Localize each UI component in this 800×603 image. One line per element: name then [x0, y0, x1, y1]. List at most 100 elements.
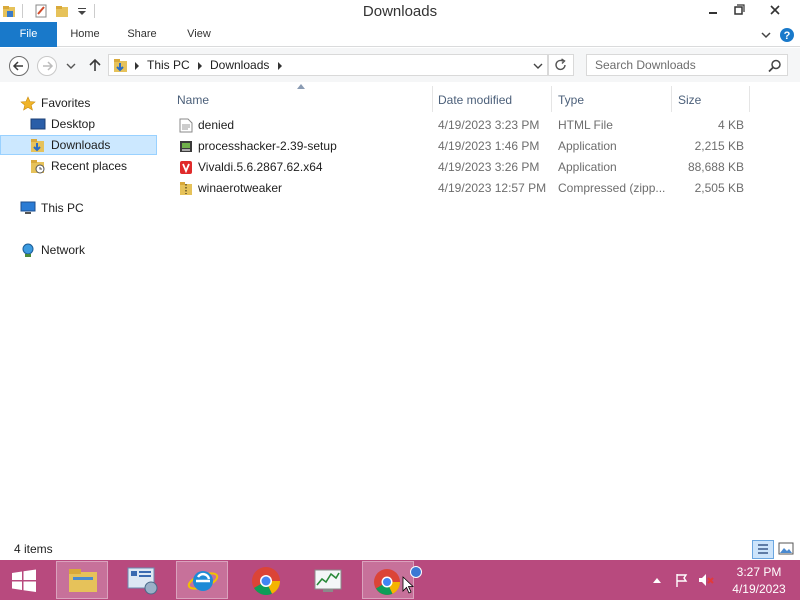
expand-ribbon-icon[interactable]	[760, 29, 772, 41]
breadcrumb-chevron-icon[interactable]	[197, 62, 203, 70]
file-date: 4/19/2023 3:26 PM	[438, 160, 540, 174]
app-icon	[180, 141, 192, 152]
file-size: 4 KB	[717, 118, 744, 132]
action-center-flag-icon[interactable]	[674, 572, 690, 588]
column-divider[interactable]	[749, 86, 750, 112]
close-icon	[770, 5, 780, 15]
zip-folder-icon	[180, 182, 192, 195]
column-divider[interactable]	[432, 86, 433, 112]
large-icons-view-button[interactable]	[776, 540, 796, 559]
file-name: Vivaldi.5.6.2867.62.x64	[198, 160, 323, 174]
volume-muted-icon[interactable]	[697, 572, 715, 588]
title-bar: Downloads	[0, 0, 800, 22]
downloads-folder-icon	[114, 59, 127, 72]
nav-this-pc-label: This PC	[41, 201, 84, 215]
table-row[interactable]: processhacker-2.39-setup 4/19/2023 1:46 …	[165, 136, 800, 157]
address-bar[interactable]: This PC Downloads	[108, 54, 548, 76]
up-arrow-icon[interactable]	[87, 57, 103, 73]
back-button[interactable]	[9, 56, 29, 76]
large-icons-view-icon	[778, 542, 794, 555]
taskbar-chrome-running[interactable]	[362, 561, 415, 599]
chrome-icon	[252, 567, 281, 595]
file-type: Application	[558, 139, 617, 153]
file-list: Name Date modified Type Size denied 4/19…	[165, 82, 800, 540]
details-view-button[interactable]	[752, 540, 774, 559]
breadcrumb-chevron-icon[interactable]	[277, 62, 283, 70]
file-date: 4/19/2023 3:23 PM	[438, 118, 540, 132]
search-input[interactable]: Search Downloads	[586, 54, 788, 76]
html-file-icon	[179, 118, 193, 133]
clock-date[interactable]: 4/19/2023	[724, 582, 794, 596]
file-explorer-icon	[69, 569, 97, 592]
minimize-button[interactable]	[700, 0, 726, 22]
table-row[interactable]: Vivaldi.5.6.2867.62.x64 4/19/2023 3:26 P…	[165, 157, 800, 178]
back-arrow-icon	[12, 61, 23, 71]
nav-network-label: Network	[41, 243, 86, 257]
breadcrumb-this-pc[interactable]: This PC	[147, 58, 190, 72]
file-name: processhacker-2.39-setup	[198, 139, 337, 153]
file-date: 4/19/2023 1:46 PM	[438, 139, 540, 153]
show-hidden-icons-icon[interactable]	[651, 576, 663, 584]
column-divider[interactable]	[551, 86, 552, 112]
search-placeholder: Search Downloads	[595, 58, 696, 72]
taskbar-file-explorer[interactable]	[56, 561, 108, 599]
refresh-button[interactable]	[548, 54, 574, 76]
recent-locations-icon[interactable]	[66, 62, 76, 70]
file-name: winaerotweaker	[198, 181, 283, 195]
item-count: 4 items	[14, 542, 53, 556]
vivaldi-icon	[180, 161, 192, 174]
column-header-name[interactable]: Name	[177, 90, 427, 110]
nav-item-downloads[interactable]: Downloads	[0, 135, 157, 155]
minimize-icon	[709, 12, 717, 14]
taskbar-internet-explorer[interactable]	[176, 561, 228, 599]
notification-badge-icon	[410, 566, 422, 578]
network-icon	[22, 243, 34, 257]
nav-item-label: Recent places	[51, 159, 128, 173]
details-view-icon	[758, 544, 768, 554]
table-row[interactable]: winaerotweaker 4/19/2023 12:57 PM Compre…	[165, 178, 800, 199]
forward-arrow-icon	[43, 61, 54, 71]
taskbar-performance-monitor[interactable]	[303, 561, 355, 599]
nav-favorites-label: Favorites	[41, 96, 91, 110]
start-button[interactable]	[0, 561, 48, 599]
tab-home[interactable]: Home	[57, 22, 113, 47]
search-icon[interactable]	[768, 59, 782, 73]
taskbar: 3:27 PM 4/19/2023	[0, 560, 800, 600]
navigation-pane: Favorites Desktop Downloads Recent place…	[0, 82, 165, 540]
sort-ascending-icon	[297, 84, 305, 89]
taskbar-chrome[interactable]	[240, 561, 292, 599]
help-icon[interactable]: ?	[779, 27, 795, 43]
address-dropdown-icon[interactable]	[533, 62, 543, 70]
status-bar: 4 items	[0, 540, 800, 560]
file-size: 88,688 KB	[687, 160, 744, 174]
maximize-button[interactable]	[726, 0, 752, 22]
breadcrumb-chevron-icon[interactable]	[134, 62, 140, 70]
tab-view[interactable]: View	[171, 22, 227, 47]
taskbar-server-manager[interactable]	[117, 561, 169, 599]
tab-file[interactable]: File	[0, 22, 57, 47]
clock-time[interactable]: 3:27 PM	[728, 565, 790, 579]
close-button[interactable]	[752, 0, 798, 22]
downloads-folder-icon	[31, 139, 44, 152]
windows-logo-icon	[12, 569, 36, 592]
address-row: This PC Downloads Search Downloads	[0, 48, 800, 82]
file-size: 2,215 KB	[694, 139, 744, 153]
forward-button[interactable]	[37, 56, 57, 76]
table-row[interactable]: denied 4/19/2023 3:23 PM HTML File 4 KB	[165, 115, 800, 136]
column-header-size[interactable]: Size	[678, 90, 748, 110]
tab-share[interactable]: Share	[113, 22, 171, 47]
performance-monitor-icon	[314, 569, 342, 592]
file-type: Application	[558, 160, 617, 174]
file-type: Compressed (zipp...	[558, 181, 666, 195]
server-manager-icon	[127, 567, 158, 595]
computer-icon	[20, 201, 36, 214]
column-header-date-modified[interactable]: Date modified	[438, 90, 548, 110]
column-divider[interactable]	[671, 86, 672, 112]
nav-item-label: Downloads	[51, 138, 111, 152]
file-date: 4/19/2023 12:57 PM	[438, 181, 547, 195]
breadcrumb-downloads[interactable]: Downloads	[210, 58, 269, 72]
file-type: HTML File	[558, 118, 613, 132]
column-header-type[interactable]: Type	[558, 90, 668, 110]
window-title: Downloads	[362, 3, 438, 20]
recent-places-icon	[31, 160, 45, 174]
